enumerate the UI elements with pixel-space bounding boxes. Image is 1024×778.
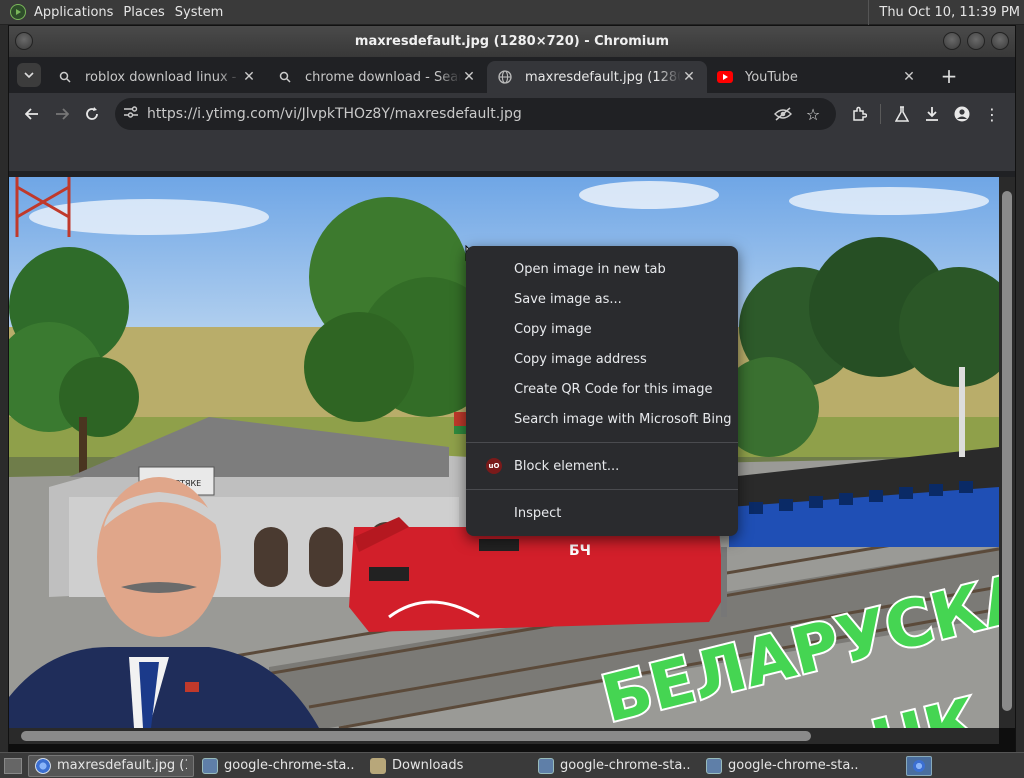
maximize-button[interactable] [967, 32, 985, 50]
package-icon [202, 757, 218, 774]
package-icon [538, 757, 554, 774]
tracking-protection-eye-icon[interactable] [768, 99, 798, 129]
menu-search-image-bing[interactable]: Search image with Microsoft Bing [466, 404, 738, 434]
tab-search-button[interactable] [17, 63, 41, 87]
menu-copy-image[interactable]: Copy image [466, 314, 738, 344]
taskbar-item-downloads[interactable]: Downloads [364, 755, 530, 777]
window-title: maxresdefault.jpg (1280×720) - Chromium [354, 34, 670, 49]
menu-divider [466, 442, 738, 443]
task-label: google-chrome-sta... [560, 758, 692, 773]
labs-flask-icon[interactable] [887, 99, 917, 129]
menu-divider [466, 489, 738, 490]
extensions-icon[interactable] [844, 99, 874, 129]
url-text[interactable]: https://i.ytimg.com/vi/JlvpkTHOz8Y/maxre… [147, 106, 768, 122]
package-icon [706, 757, 722, 774]
task-label: google-chrome-sta... [728, 758, 860, 773]
minimize-button[interactable] [943, 32, 961, 50]
globe-icon [497, 69, 513, 85]
close-window-button[interactable] [991, 32, 1009, 50]
task-label: Downloads [392, 758, 464, 773]
task-label: google-chrome-sta... [224, 758, 356, 773]
taskbar-item-chromium[interactable]: maxresdefault.jpg (1... [28, 754, 194, 777]
chevron-down-icon [24, 72, 34, 79]
places-menu[interactable]: Places [123, 5, 164, 20]
reload-icon[interactable] [77, 99, 107, 129]
more-menu-icon[interactable]: ⋮ [977, 99, 1007, 129]
menu-open-image-new-tab[interactable]: Open image in new tab [466, 254, 738, 284]
menu-create-qr-code[interactable]: Create QR Code for this image [466, 374, 738, 404]
back-icon[interactable] [17, 99, 47, 129]
address-bar[interactable]: https://i.ytimg.com/vi/JlvpkTHOz8Y/maxre… [115, 98, 836, 130]
close-tab-icon[interactable]: ✕ [901, 69, 917, 85]
tab-youtube[interactable]: YouTube ✕ [707, 61, 927, 93]
new-tab-icon[interactable]: + [937, 64, 961, 88]
menu-inspect[interactable]: Inspect [466, 498, 738, 528]
tab-roblox-search[interactable]: roblox download linux - Se ✕ [47, 61, 267, 93]
downloads-icon[interactable] [917, 99, 947, 129]
bottom-taskbar: maxresdefault.jpg (1... google-chrome-st… [0, 752, 1024, 778]
bookmark-star-icon[interactable]: ☆ [798, 99, 828, 129]
window-menu-button[interactable] [15, 32, 33, 50]
menu-block-element[interactable]: uO Block element... [466, 451, 738, 481]
tab-image-active[interactable]: maxresdefault.jpg (1280× ✕ [487, 61, 707, 93]
taskbar-item-chrome-installer-3[interactable]: google-chrome-sta... [700, 755, 866, 777]
tab-title: YouTube [745, 69, 798, 85]
scrollbar-thumb[interactable] [1002, 191, 1012, 711]
task-label: maxresdefault.jpg (1... [57, 758, 187, 773]
taskbar-item-chrome-installer-2[interactable]: google-chrome-sta... [532, 755, 698, 777]
menu-block-element-label: Block element... [514, 458, 620, 474]
horizontal-scrollbar[interactable] [9, 728, 999, 744]
profile-avatar-icon[interactable] [947, 99, 977, 129]
tab-strip: roblox download linux - Se ✕ chrome down… [9, 57, 1015, 93]
site-info-icon[interactable] [123, 105, 139, 123]
vertical-scrollbar[interactable] [999, 177, 1015, 728]
page-top-area [9, 135, 1015, 171]
toolbar-divider [880, 104, 881, 124]
search-icon [277, 69, 293, 85]
tab-chrome-search[interactable]: chrome download - Searc ✕ [267, 61, 487, 93]
workspace-switcher-icon[interactable] [906, 756, 932, 776]
forward-icon[interactable] [47, 99, 77, 129]
menu-save-image-as[interactable]: Save image as... [466, 284, 738, 314]
close-tab-icon[interactable]: ✕ [461, 69, 477, 85]
top-panel: Applications Places System Thu Oct 10, 1… [0, 0, 1024, 25]
scrollbar-thumb[interactable] [21, 731, 811, 741]
tab-title: maxresdefault.jpg (1280× [525, 69, 681, 85]
search-icon [57, 69, 73, 85]
folder-icon [370, 757, 386, 774]
browser-toolbar: https://i.ytimg.com/vi/JlvpkTHOz8Y/maxre… [9, 93, 1015, 135]
tab-title: roblox download linux - Se [85, 69, 241, 85]
close-tab-icon[interactable]: ✕ [681, 69, 697, 85]
close-tab-icon[interactable]: ✕ [241, 69, 257, 85]
clock[interactable]: Thu Oct 10, 11:39 PM [868, 0, 1020, 25]
show-desktop-icon[interactable] [4, 757, 22, 774]
tab-title: chrome download - Searc [305, 69, 461, 85]
distro-logo-icon[interactable] [10, 4, 26, 20]
window-titlebar[interactable]: maxresdefault.jpg (1280×720) - Chromium [9, 26, 1015, 57]
applications-menu[interactable]: Applications [34, 5, 113, 20]
menu-copy-image-address[interactable]: Copy image address [466, 344, 738, 374]
ublock-origin-icon: uO [486, 458, 502, 474]
image-context-menu: Open image in new tab Save image as... C… [466, 246, 738, 536]
taskbar-item-chrome-installer-1[interactable]: google-chrome-sta... [196, 755, 362, 777]
chromium-icon [35, 757, 51, 774]
youtube-icon [717, 69, 733, 85]
system-menu[interactable]: System [175, 5, 223, 20]
locomotive-badge-text: БЧ [569, 543, 591, 559]
